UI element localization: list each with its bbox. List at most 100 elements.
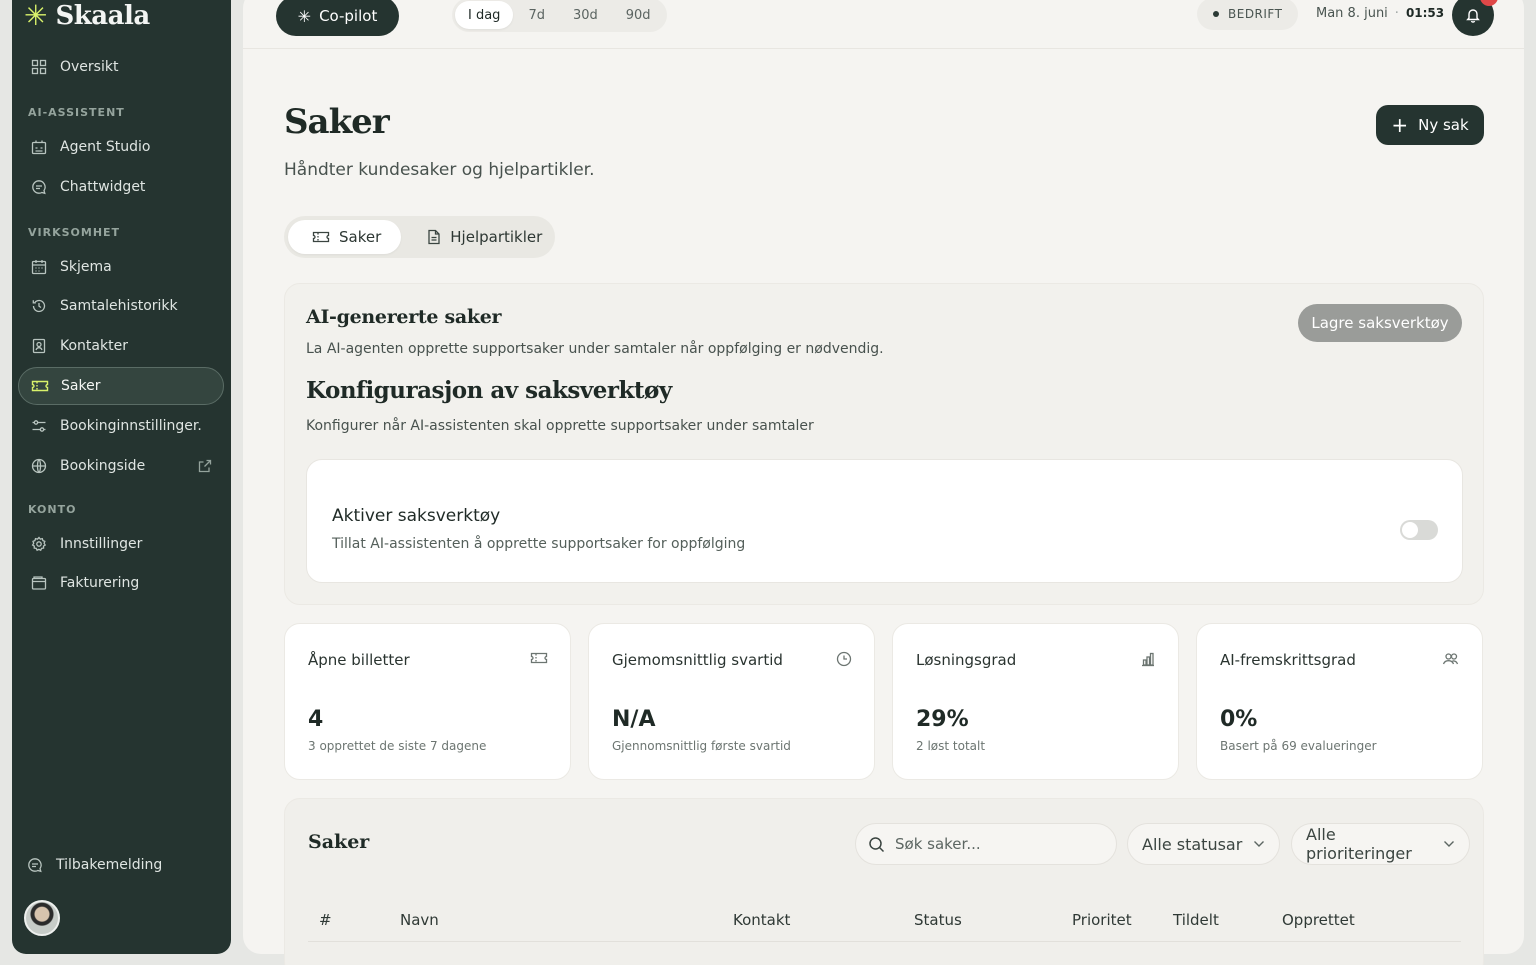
config-section-title: Konfigurasjon av saksverktøy (306, 377, 672, 404)
chevron-down-icon (1443, 840, 1455, 848)
stat-card-open-tickets: Åpne billetter 4 3 opprettet de siste 7 … (284, 623, 571, 780)
main-panel: ✳ Co-pilot I dag 7d 30d 90d BEDRIFT Man … (243, 0, 1524, 965)
stat-note: Basert på 69 evalueringer (1220, 739, 1377, 753)
column-header-number[interactable]: # (319, 911, 332, 929)
chat-icon (30, 178, 48, 196)
sidebar-item-bookinginnstillinger[interactable]: Bookinginnstillinger. (18, 407, 224, 445)
brand[interactable]: ✳ Skaala (24, 0, 150, 32)
new-case-button[interactable]: + Ny sak (1376, 105, 1484, 145)
workspace-badge[interactable]: BEDRIFT (1197, 0, 1299, 30)
priority-filter-value: Alle prioriteringer (1306, 825, 1412, 863)
sidebar-item-fakturering[interactable]: Fakturering (18, 564, 224, 602)
stat-value: 29% (916, 707, 969, 732)
sidebar-item-saker[interactable]: Saker (18, 367, 224, 405)
column-header-name[interactable]: Navn (400, 911, 439, 929)
wallet-icon (30, 574, 48, 592)
sidebar-item-label: Bookinginnstillinger. (60, 418, 202, 434)
enable-case-tool-card: Aktiver saksverktøy Tillat AI-assistente… (306, 459, 1463, 583)
sidebar-item-chattwidget[interactable]: Chattwidget (18, 168, 224, 206)
tab-saker[interactable]: Saker (288, 220, 402, 254)
brand-name: Skaala (55, 1, 150, 31)
new-case-label: Ny sak (1418, 116, 1469, 134)
notifications-button[interactable]: 2 (1452, 0, 1498, 36)
feedback-button[interactable]: Tilbakemelding (14, 846, 220, 884)
grid-icon (30, 58, 48, 76)
tabs: Saker Hjelpartikler (284, 216, 555, 258)
document-icon (427, 229, 441, 245)
plus-icon: + (1391, 113, 1409, 137)
column-header-status[interactable]: Status (914, 911, 962, 929)
column-header-contact[interactable]: Kontakt (733, 911, 790, 929)
cases-table-card: Saker Søk saker... Alle statusar Alle pr… (284, 798, 1484, 965)
column-header-priority[interactable]: Prioritet (1072, 911, 1132, 929)
bell-icon (1465, 7, 1481, 23)
stat-note: 3 opprettet de siste 7 dagene (308, 739, 487, 753)
range-30d[interactable]: 30d (560, 1, 611, 29)
ai-cases-config-card: AI-genererte saker La AI-agenten opprett… (284, 283, 1484, 605)
config-title: AI-genererte saker (306, 306, 502, 328)
table-header-divider (308, 941, 1461, 942)
stat-label: AI-fremskrittsgrad (1220, 651, 1356, 669)
workspace-label: BEDRIFT (1228, 7, 1283, 21)
datetime: Man 8. juni · 01:53 (1316, 6, 1444, 21)
stat-card-ai-progress: AI-fremskrittsgrad 0% Basert på 69 evalu… (1196, 623, 1483, 780)
sidebar-item-oversikt[interactable]: Oversikt (18, 48, 224, 86)
asterisk-logo-icon: ✳ (24, 0, 48, 32)
topbar-divider (243, 48, 1524, 49)
contact-book-icon (30, 337, 48, 355)
sidebar-item-label: Skjema (60, 259, 112, 275)
sidebar-item-innstillinger[interactable]: Innstillinger (18, 525, 224, 563)
users-icon (1442, 651, 1460, 667)
stat-card-resolution-rate: Løsningsgrad 29% 2 løst totalt (892, 623, 1179, 780)
stat-note: Gjennomsnittlig første svartid (612, 739, 791, 753)
separator: · (1394, 6, 1399, 21)
date-label: Man 8. juni (1316, 6, 1388, 21)
history-icon (30, 297, 48, 315)
sidebar-item-kontakter[interactable]: Kontakter (18, 327, 224, 365)
section-virksomhet: VIRKSOMHET (28, 226, 121, 239)
asterisk-icon: ✳ (297, 6, 312, 26)
range-90d[interactable]: 90d (613, 1, 664, 29)
sidebar-item-skjema[interactable]: Skjema (18, 248, 224, 286)
bot-icon (30, 138, 48, 156)
section-konto: KONTO (28, 503, 77, 516)
status-filter-select[interactable]: Alle statusar (1127, 823, 1280, 865)
column-header-assigned[interactable]: Tildelt (1173, 911, 1219, 929)
stat-note: 2 løst totalt (916, 739, 986, 753)
sidebar-item-samtalehistorikk[interactable]: Samtalehistorikk (18, 287, 224, 325)
sidebar-item-label: Kontakter (60, 338, 128, 354)
search-input[interactable]: Søk saker... (855, 823, 1117, 865)
copilot-button[interactable]: ✳ Co-pilot (276, 0, 399, 36)
tab-hjelpartikler[interactable]: Hjelpartikler (403, 220, 562, 254)
table-title: Saker (308, 831, 370, 853)
chevron-down-icon (1253, 840, 1265, 848)
page-title: Saker (284, 102, 390, 142)
stat-value: N/A (612, 707, 656, 732)
sidebar-item-label: Innstillinger (60, 536, 143, 552)
range-today[interactable]: I dag (455, 1, 514, 29)
page-subtitle: Håndter kundesaker og hjelpartikler. (284, 160, 595, 180)
stat-card-response-time: Gjemomsnittlig svartid N/A Gjennomsnittl… (588, 623, 875, 780)
status-dot (1213, 11, 1219, 17)
save-case-tool-button[interactable]: Lagre saksverktøy (1298, 304, 1462, 342)
priority-filter-select[interactable]: Alle prioriteringer (1291, 823, 1470, 865)
column-header-created[interactable]: Opprettet (1282, 911, 1355, 929)
tab-label: Hjelpartikler (450, 228, 543, 246)
stat-value: 4 (308, 707, 324, 732)
sidebar-item-bookingside[interactable]: Bookingside (18, 447, 224, 485)
external-link-icon[interactable] (198, 459, 212, 473)
stat-label: Løsningsgrad (916, 651, 1017, 669)
ticket-icon (312, 230, 330, 244)
toggle-knob (1402, 522, 1418, 538)
section-ai-assistent: AI-ASSISTENT (28, 106, 125, 119)
tab-label: Saker (339, 228, 382, 246)
gear-icon (30, 535, 48, 553)
avatar[interactable] (24, 900, 60, 936)
stat-value: 0% (1220, 707, 1258, 732)
range-7d[interactable]: 7d (515, 1, 558, 29)
search-placeholder: Søk saker... (895, 835, 981, 853)
notification-count: 2 (1480, 0, 1498, 6)
enable-case-tool-toggle[interactable] (1400, 520, 1438, 540)
sidebar-item-agent-studio[interactable]: Agent Studio (18, 128, 224, 166)
feedback-label: Tilbakemelding (56, 857, 163, 873)
